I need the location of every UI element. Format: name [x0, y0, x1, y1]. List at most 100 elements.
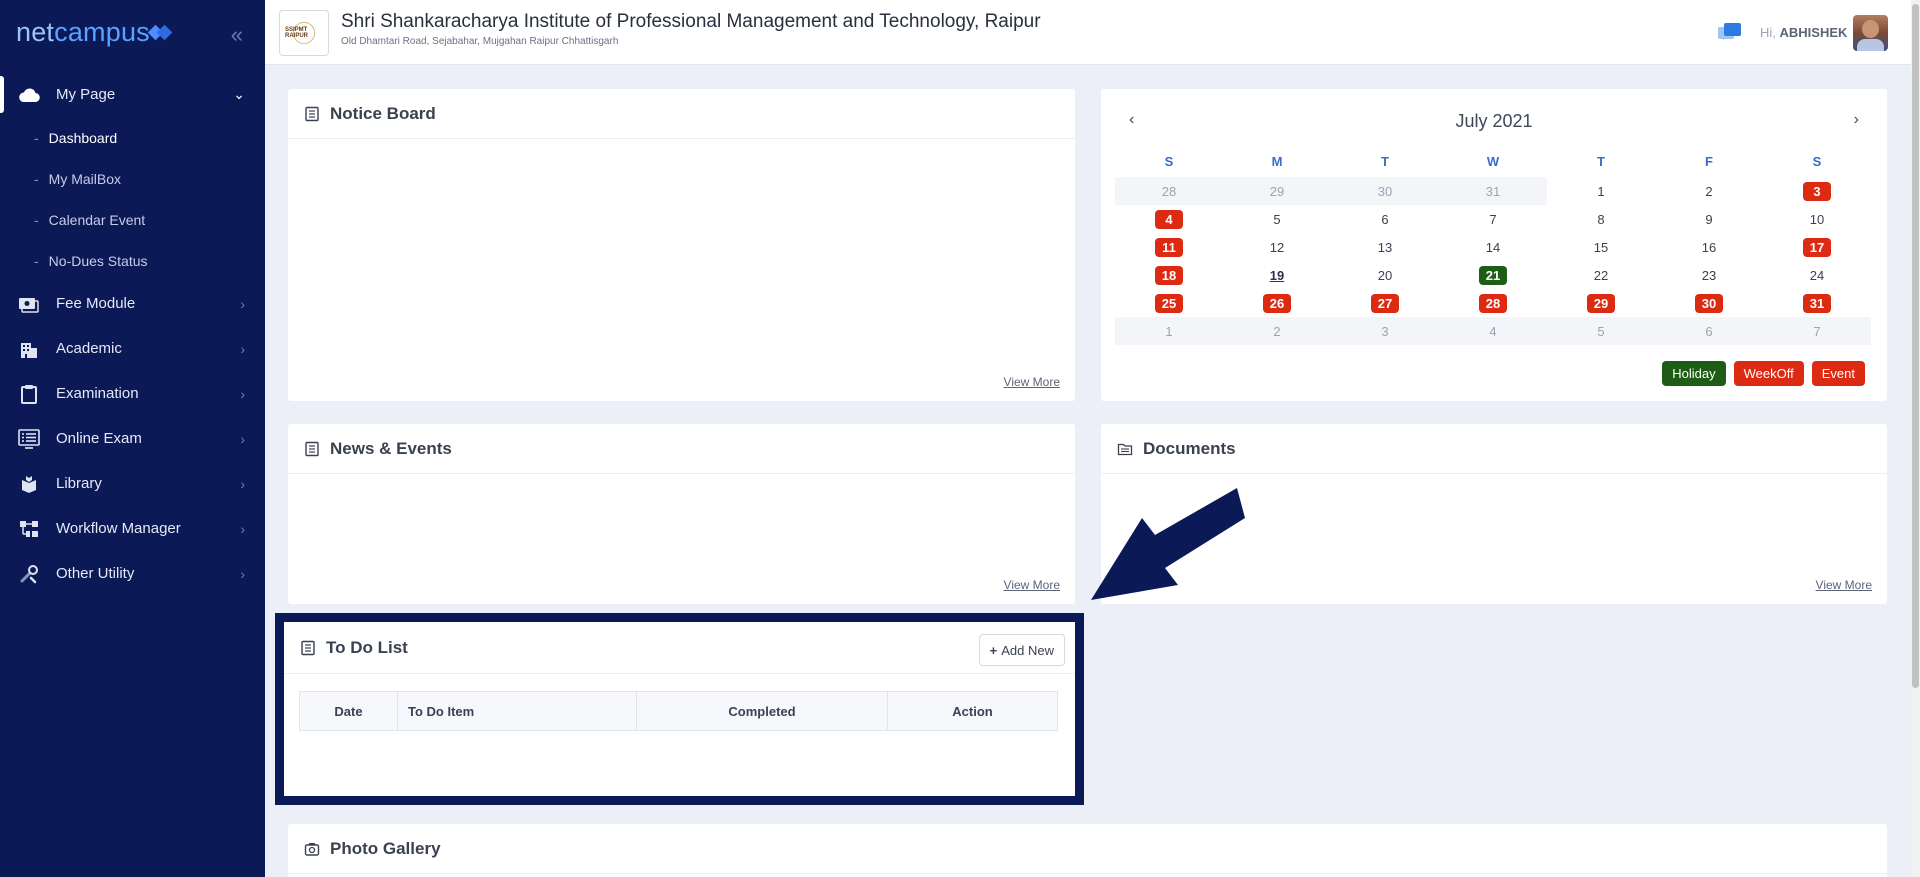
calendar-day[interactable]: 15: [1547, 233, 1655, 261]
calendar-day[interactable]: 30: [1655, 289, 1763, 317]
page-scrollbar[interactable]: [1911, 0, 1920, 877]
sidebar-item-other-utility[interactable]: Other Utility ›: [0, 551, 265, 596]
calendar-day[interactable]: 1: [1115, 317, 1223, 345]
calendar-day[interactable]: 6: [1655, 317, 1763, 345]
calendar-day[interactable]: 27: [1331, 289, 1439, 317]
calendar-day[interactable]: 28: [1439, 289, 1547, 317]
calendar-day[interactable]: 18: [1115, 261, 1223, 289]
calendar-month-title: July 2021: [1455, 111, 1533, 131]
calendar-day[interactable]: 23: [1655, 261, 1763, 289]
calendar-day[interactable]: 11: [1115, 233, 1223, 261]
calendar-day[interactable]: 12: [1223, 233, 1331, 261]
scrollbar-thumb[interactable]: [1912, 4, 1919, 688]
sidebar-subitem-mailbox[interactable]: - My MailBox: [0, 158, 265, 199]
calendar-day[interactable]: 5: [1223, 205, 1331, 233]
calendar-day[interactable]: 31: [1439, 177, 1547, 205]
calendar-day[interactable]: 16: [1655, 233, 1763, 261]
legend-holiday-badge[interactable]: Holiday: [1662, 361, 1726, 386]
view-more-link[interactable]: View More: [1004, 375, 1060, 389]
sidebar-item-my-page[interactable]: My Page ⌄: [0, 72, 265, 117]
calendar-day[interactable]: 30: [1331, 177, 1439, 205]
calendar-day[interactable]: 9: [1655, 205, 1763, 233]
calendar-weekday-label: M: [1271, 154, 1283, 169]
sidebar-subitem-label: Dashboard: [48, 129, 118, 146]
calendar-day[interactable]: 3: [1331, 317, 1439, 345]
calendar-legend: Holiday WeekOff Event: [1662, 361, 1865, 386]
column-header-completed[interactable]: Completed: [637, 692, 888, 730]
calendar-day[interactable]: 2: [1223, 317, 1331, 345]
view-more-link[interactable]: View More: [1816, 578, 1872, 592]
institute-logo-text: SSIPMT RAIPUR: [285, 17, 323, 49]
user-greeting: Hi, ABHISHEK: [1760, 25, 1848, 40]
calendar-day-number: 6: [1381, 211, 1389, 227]
calendar-day[interactable]: 14: [1439, 233, 1547, 261]
top-header: SSIPMT RAIPUR Shri Shankaracharya Instit…: [265, 0, 1920, 65]
calendar-day[interactable]: 7: [1439, 205, 1547, 233]
column-header-todo-item[interactable]: To Do Item: [398, 692, 637, 730]
calendar-day-number: 27: [1371, 293, 1399, 313]
todo-list-card: To Do List + Add New Date To Do Item Comp…: [275, 613, 1084, 805]
calendar-day-number: 12: [1269, 239, 1285, 255]
chevron-down-icon: ⌄: [233, 86, 245, 102]
view-more-link[interactable]: View More: [1004, 578, 1060, 592]
calendar-day[interactable]: 7: [1763, 317, 1871, 345]
cloud-icon: [18, 85, 40, 105]
calendar-weekday-label: W: [1486, 154, 1500, 169]
calendar-day[interactable]: 22: [1547, 261, 1655, 289]
calendar-day[interactable]: 29: [1223, 177, 1331, 205]
avatar[interactable]: [1853, 15, 1888, 51]
calendar-day[interactable]: 4: [1439, 317, 1547, 345]
calendar-day[interactable]: 28: [1115, 177, 1223, 205]
calendar-day[interactable]: 3: [1763, 177, 1871, 205]
calendar-day[interactable]: 1: [1547, 177, 1655, 205]
plus-icon: +: [989, 642, 998, 658]
calendar-day-number: 28: [1161, 183, 1177, 199]
calendar-day-number: 18: [1155, 265, 1183, 285]
calendar-day[interactable]: 5: [1547, 317, 1655, 345]
sidebar-item-workflow-manager[interactable]: Workflow Manager ›: [0, 506, 265, 551]
calendar-day[interactable]: 10: [1763, 205, 1871, 233]
legend-event-badge[interactable]: Event: [1811, 361, 1865, 386]
todo-table-header: Date To Do Item Completed Action: [299, 691, 1058, 731]
calendar-day[interactable]: 2: [1655, 177, 1763, 205]
calendar-next-button[interactable]: ›: [1854, 111, 1859, 129]
brand-logo[interactable]: netcampus «: [0, 0, 265, 64]
calendar-day-number: 30: [1377, 183, 1393, 199]
calendar-day[interactable]: 21: [1439, 261, 1547, 289]
calendar-day[interactable]: 24: [1763, 261, 1871, 289]
calendar-day-number: 17: [1803, 237, 1831, 257]
sidebar-item-academic[interactable]: Academic ›: [0, 326, 265, 371]
sidebar-item-online-exam[interactable]: Online Exam ›: [0, 416, 265, 461]
collapse-sidebar-icon[interactable]: «: [231, 22, 243, 48]
sidebar-subitem-dashboard[interactable]: - Dashboard: [0, 117, 265, 158]
calendar-day[interactable]: 26: [1223, 289, 1331, 317]
photo-gallery-card: Photo Gallery: [288, 824, 1887, 877]
sidebar-item-library[interactable]: Library ›: [0, 461, 265, 506]
chat-icon[interactable]: [1717, 22, 1743, 49]
legend-weekoff-badge[interactable]: WeekOff: [1733, 361, 1804, 386]
column-header-action[interactable]: Action: [888, 692, 1057, 730]
calendar-day-number: 1: [1597, 183, 1605, 199]
column-header-date[interactable]: Date: [300, 692, 398, 730]
calendar-day-number: 2: [1705, 183, 1713, 199]
calendar-day-number: 4: [1489, 323, 1497, 339]
sidebar-item-examination[interactable]: Examination ›: [0, 371, 265, 416]
card-header: Photo Gallery: [288, 824, 1887, 874]
calendar-day[interactable]: 17: [1763, 233, 1871, 261]
calendar-day-number: 25: [1155, 293, 1183, 313]
calendar-day-number: 6: [1705, 323, 1713, 339]
calendar-day[interactable]: 20: [1331, 261, 1439, 289]
calendar-day[interactable]: 29: [1547, 289, 1655, 317]
calendar-day[interactable]: 13: [1331, 233, 1439, 261]
sidebar-subitem-no-dues-status[interactable]: - No-Dues Status: [0, 240, 265, 281]
calendar-day[interactable]: 31: [1763, 289, 1871, 317]
calendar-day[interactable]: 4: [1115, 205, 1223, 233]
chevron-right-icon: ›: [240, 475, 245, 492]
sidebar-subitem-calendar-event[interactable]: - Calendar Event: [0, 199, 265, 240]
sidebar-item-fee-module[interactable]: Fee Module ›: [0, 281, 265, 326]
calendar-day-today[interactable]: 19: [1223, 261, 1331, 289]
add-new-button[interactable]: + Add New: [978, 634, 1065, 666]
calendar-day[interactable]: 6: [1331, 205, 1439, 233]
calendar-day[interactable]: 8: [1547, 205, 1655, 233]
calendar-day[interactable]: 25: [1115, 289, 1223, 317]
